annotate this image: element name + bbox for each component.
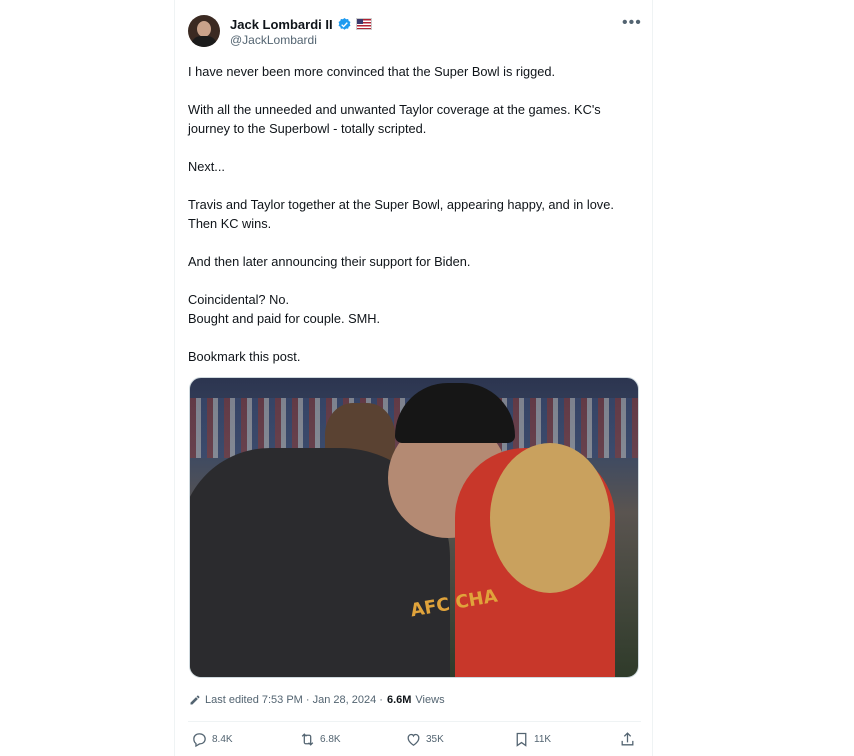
views-label: Views — [415, 694, 445, 706]
photo-cap — [395, 383, 515, 443]
bookmark-count: 11K — [534, 734, 552, 745]
reply-icon — [193, 733, 206, 748]
author-handle[interactable]: @JackLombardi — [230, 33, 317, 47]
verified-badge-icon — [338, 17, 351, 30]
repost-button[interactable]: 6.8K — [299, 731, 341, 748]
like-count: 35K — [426, 734, 444, 745]
photo-woman-hair — [490, 443, 610, 593]
tweet-text: I have never been more convinced that th… — [188, 64, 614, 364]
edit-pencil-icon — [190, 695, 200, 705]
tweet-column: Jack Lombardi II @JackLombardi ••• I hav… — [174, 0, 653, 756]
us-flag-icon — [355, 18, 372, 30]
tweet-photo[interactable]: AFC CHA — [189, 377, 639, 678]
share-icon — [621, 732, 634, 746]
author-name[interactable]: Jack Lombardi II — [230, 17, 333, 32]
views-count: 6.6M — [386, 694, 412, 706]
bookmark-icon — [516, 732, 527, 747]
share-button[interactable] — [619, 731, 636, 748]
bookmark-button[interactable]: 11K — [513, 731, 551, 748]
heart-icon — [407, 733, 420, 746]
reply-count: 8.4K — [212, 734, 233, 745]
author-row: Jack Lombardi II — [230, 15, 372, 33]
avatar-suit — [191, 36, 217, 47]
avatar-face — [197, 21, 211, 37]
tweet-meta: Last edited 7:53 PM · Jan 28, 2024 · 6.6… — [189, 694, 445, 706]
edited-label[interactable]: Last edited 7:53 PM · Jan 28, 2024 · — [205, 694, 383, 706]
more-options-icon[interactable]: ••• — [622, 14, 642, 32]
repost-icon — [301, 733, 314, 746]
repost-count: 6.8K — [320, 734, 341, 745]
like-button[interactable]: 35K — [405, 731, 444, 748]
avatar[interactable] — [188, 15, 220, 47]
action-bar: 8.4K 6.8K 35K 11K — [189, 731, 639, 753]
divider — [188, 721, 641, 722]
reply-button[interactable]: 8.4K — [191, 731, 233, 748]
